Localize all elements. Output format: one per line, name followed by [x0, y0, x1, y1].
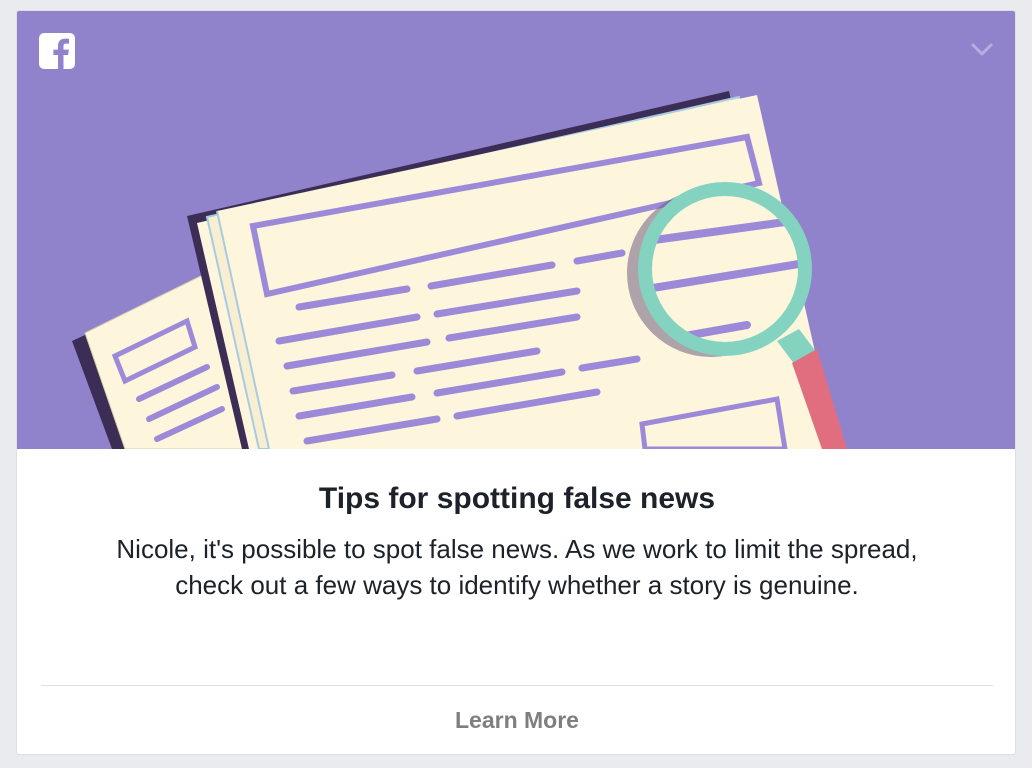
card-title: Tips for spotting false news	[318, 482, 716, 515]
learn-more-link[interactable]: Learn More	[17, 703, 1015, 737]
facebook-logo-icon[interactable]	[39, 33, 75, 69]
card-body-text: Nicole, it's possible to spot false news…	[116, 534, 918, 600]
hero-illustration	[17, 11, 1015, 449]
false-news-tips-card: Tips for spotting false news Nicole, it'…	[16, 10, 1016, 755]
newspaper-magnifier-illustration	[72, 91, 847, 449]
chevron-down-icon[interactable]	[968, 37, 996, 61]
divider	[41, 685, 993, 686]
